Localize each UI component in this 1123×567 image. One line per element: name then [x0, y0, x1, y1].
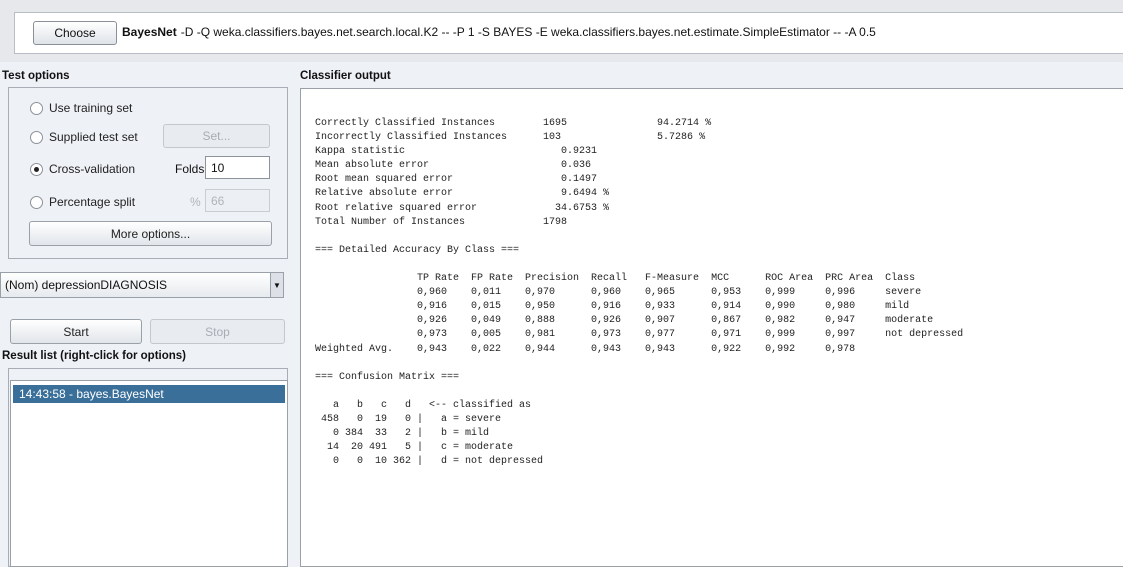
classifier-options: -D -Q weka.classifiers.bayes.net.search.…: [180, 25, 876, 39]
output-line: Total Number of Instances 1798: [315, 216, 568, 228]
output-line: === Confusion Matrix ===: [315, 371, 460, 383]
output-line: 0 0 10 362 | d = not depressed: [315, 456, 544, 468]
supplied-test-set-option[interactable]: Supplied test set: [30, 130, 138, 144]
result-list[interactable]: 14:43:58 - bayes.BayesNet: [10, 380, 288, 567]
output-line: 0,960 0,011 0,970 0,960 0,965 0,953 0,99…: [315, 287, 922, 299]
test-options-title: Test options: [2, 70, 70, 82]
percent-sign: %: [190, 195, 201, 209]
supplied-test-set-radio[interactable]: [30, 130, 43, 144]
use-training-set-radio[interactable]: [30, 101, 43, 115]
output-line: Correctly Classified Instances 1695 94.2…: [315, 118, 712, 129]
output-line: Root relative squared error 34.6753 %: [315, 202, 610, 214]
result-list-title: Result list (right-click for options): [2, 350, 187, 362]
cross-validation-label: Cross-validation: [49, 162, 136, 176]
supplied-test-set-label: Supplied test set: [49, 130, 138, 144]
output-line: Relative absolute error 9.6494 %: [315, 188, 610, 200]
more-options-button[interactable]: More options...: [29, 221, 272, 246]
chevron-down-icon[interactable]: ▼: [270, 273, 283, 297]
use-training-set-option[interactable]: Use training set: [30, 101, 132, 115]
output-line: Mean absolute error 0.036: [315, 160, 592, 172]
classifier-panel: Choose BayesNet -D -Q weka.classifiers.ba…: [0, 0, 1123, 62]
output-line: 14 20 491 5 | c = moderate: [315, 442, 514, 454]
class-attribute-value: (Nom) depressionDIAGNOSIS: [5, 278, 168, 292]
classifier-name: BayesNet: [122, 25, 177, 39]
classifier-output-title: Classifier output: [300, 70, 391, 82]
stop-button[interactable]: Stop: [150, 319, 285, 344]
percentage-split-label: Percentage split: [49, 195, 136, 209]
output-line: Weighted Avg. 0,943 0,022 0,944 0,943 0,…: [315, 343, 856, 355]
output-line: === Detailed Accuracy By Class ===: [315, 244, 520, 256]
classifier-config[interactable]: BayesNet -D -Q weka.classifiers.bayes.net…: [122, 25, 876, 39]
percent-input[interactable]: 66: [205, 189, 270, 212]
output-line: Root mean squared error 0.1497: [315, 174, 598, 186]
output-line: Kappa statistic 0.9231: [315, 146, 598, 158]
cross-validation-option[interactable]: Cross-validation: [30, 162, 135, 176]
percentage-split-option[interactable]: Percentage split: [30, 195, 135, 209]
class-attribute-select[interactable]: (Nom) depressionDIAGNOSIS ▼: [0, 272, 284, 298]
percentage-split-radio[interactable]: [30, 195, 43, 209]
folds-input[interactable]: 10: [205, 156, 270, 179]
output-line: a b c d <-- classified as: [315, 399, 532, 411]
output-line: 458 0 19 0 | a = severe: [315, 413, 502, 425]
output-line: 0,916 0,015 0,950 0,916 0,933 0,914 0,99…: [315, 301, 910, 313]
output-line: Incorrectly Classified Instances 103 5.7…: [315, 132, 706, 144]
output-line: 0,973 0,005 0,981 0,973 0,977 0,971 0,99…: [315, 329, 964, 341]
cross-validation-radio[interactable]: [30, 162, 43, 176]
classifier-output-text: Correctly Classified Instances 1695 94.2…: [315, 117, 963, 469]
start-button[interactable]: Start: [10, 319, 142, 344]
folds-label: Folds: [175, 162, 205, 176]
output-line: 0,926 0,049 0,888 0,926 0,907 0,867 0,98…: [315, 315, 934, 327]
use-training-set-label: Use training set: [49, 101, 133, 115]
output-line: 0 384 33 2 | b = mild: [315, 428, 490, 440]
classifier-output-panel[interactable]: Correctly Classified Instances 1695 94.2…: [300, 88, 1123, 567]
set-button[interactable]: Set...: [163, 124, 270, 148]
classifier-field[interactable]: Choose BayesNet -D -Q weka.classifiers.ba…: [14, 12, 1123, 54]
choose-button[interactable]: Choose: [33, 21, 117, 45]
result-list-item[interactable]: 14:43:58 - bayes.BayesNet: [13, 385, 285, 403]
output-line: TP Rate FP Rate Precision Recall F-Measu…: [315, 273, 916, 285]
